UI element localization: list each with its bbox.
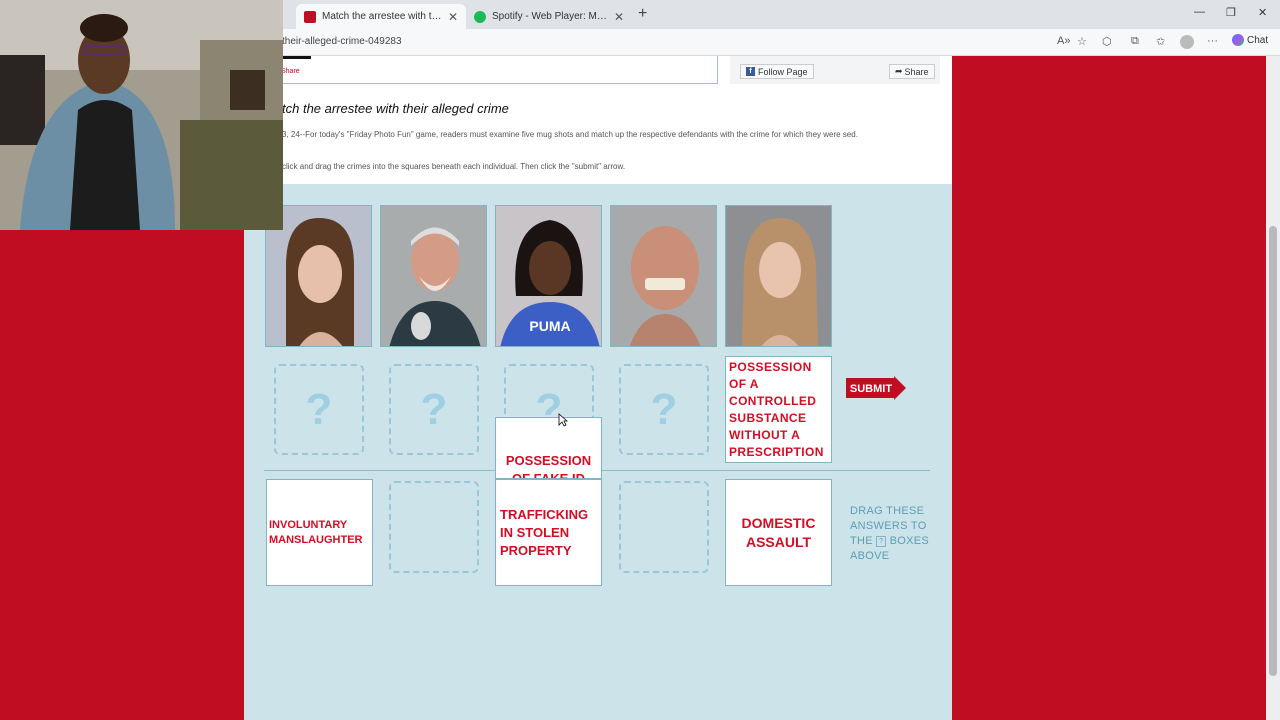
follow-page-button[interactable]: f Follow Page xyxy=(740,64,814,79)
answer-text: DOMESTIC ASSAULT xyxy=(741,514,816,550)
extensions-icon[interactable]: ⬡ xyxy=(1102,35,1112,48)
scrollbar[interactable] xyxy=(1266,56,1280,720)
answer-card-5[interactable]: DOMESTIC ASSAULT xyxy=(725,479,832,586)
more-menu-icon[interactable]: ··· xyxy=(1207,35,1218,47)
share-button[interactable]: ➦ Share xyxy=(889,64,935,79)
submit-label: SUBMIT xyxy=(850,383,892,395)
question-mark: ? xyxy=(305,384,333,434)
submit-button[interactable]: SUBMIT xyxy=(846,376,908,400)
answer-text: POSSESSION OF FAKE ID xyxy=(505,453,592,479)
drag-hint-line: ABOVE xyxy=(850,550,890,562)
follow-label: Follow Page xyxy=(758,66,808,77)
drag-hint-line: ANSWERS TO xyxy=(850,520,927,532)
article-header: Share f Follow Page ➦ Share tch the arre… xyxy=(244,56,952,184)
game-page: Share f Follow Page ➦ Share tch the arre… xyxy=(244,56,952,720)
close-tab-icon[interactable]: ✕ xyxy=(614,10,624,24)
instructions-text: click and drag the crimes into the squar… xyxy=(282,162,626,171)
answer-card-1[interactable]: INVOLUNTARY MANSLAUGHTER xyxy=(266,479,373,586)
mugshot-2 xyxy=(380,205,487,347)
answer-bank-empty-slot xyxy=(389,481,479,573)
url-field[interactable]: their-alleged-crime-049283 xyxy=(282,36,402,47)
chat-label: Chat xyxy=(1247,34,1269,46)
answer-text: INVOLUNTARY MANSLAUGHTER xyxy=(269,518,363,546)
read-aloud-icon[interactable]: A» xyxy=(1057,35,1070,47)
dragging-answer-card[interactable]: POSSESSION OF FAKE ID xyxy=(495,417,602,479)
drag-hint-word: THE xyxy=(850,535,873,547)
answer-text: POSSESSION OF A CONTROLLED SUBSTANCE WIT… xyxy=(729,359,824,459)
close-tab-icon[interactable]: ✕ xyxy=(448,10,458,24)
question-box-icon: ? xyxy=(876,535,887,547)
mugshot-5 xyxy=(725,205,832,347)
share-arrow-icon: ➦ xyxy=(895,66,903,76)
question-mark: ? xyxy=(650,384,678,434)
mugshot-3: PUMA xyxy=(495,205,602,347)
answer-card-3[interactable]: TRAFFICKING IN STOLEN PROPERTY xyxy=(495,479,602,586)
answer-bank-empty-slot xyxy=(619,481,709,573)
placed-answer-card[interactable]: POSSESSION OF A CONTROLLED SUBSTANCE WIT… xyxy=(725,356,832,463)
minimize-icon[interactable]: — xyxy=(1194,6,1205,18)
drag-hint: DRAG THESE ANSWERS TO THE ? BOXES ABOVE xyxy=(850,504,929,564)
mugshot-4 xyxy=(610,205,717,347)
tab-title: Spotify - Web Player: Music for everyone xyxy=(492,11,608,22)
logo-bar xyxy=(281,56,311,59)
tab-title: Match the arrestee with their alleged cr… xyxy=(322,11,442,22)
favorite-star-icon[interactable]: ☆ xyxy=(1077,35,1087,48)
drag-hint-line: DRAG THESE xyxy=(850,505,925,517)
site-favicon-icon xyxy=(304,10,316,23)
facebook-icon: f xyxy=(746,67,755,76)
webcam-overlay xyxy=(0,0,283,230)
new-tab-button[interactable]: + xyxy=(638,5,647,23)
mouse-cursor-icon xyxy=(558,413,568,427)
share-link[interactable]: Share xyxy=(281,68,300,75)
share-box xyxy=(274,56,718,84)
answer-slot-4[interactable]: ? xyxy=(619,364,709,455)
drag-hint-word: BOXES xyxy=(889,535,930,547)
split-screen-icon[interactable]: ⧉ xyxy=(1131,35,1139,48)
tab-spotify[interactable]: Spotify - Web Player: Music for everyone… xyxy=(466,4,632,29)
page-title: tch the arrestee with their alleged crim… xyxy=(282,101,509,116)
close-window-icon[interactable]: ✕ xyxy=(1258,6,1267,19)
drag-hint-line: THE ? BOXES xyxy=(850,534,929,549)
svg-text:PUMA: PUMA xyxy=(529,318,570,334)
share-label: Share xyxy=(904,66,929,77)
profile-avatar[interactable] xyxy=(1180,35,1194,49)
intro-text: 3, 24--For today's "Friday Photo Fun" ga… xyxy=(282,130,858,139)
restore-icon[interactable]: ❐ xyxy=(1226,6,1236,19)
spotify-favicon-icon xyxy=(474,10,486,23)
answer-slot-1[interactable]: ? xyxy=(274,364,364,455)
tab-match-arrestee[interactable]: Match the arrestee with their alleged cr… xyxy=(296,4,466,29)
answer-text: TRAFFICKING IN STOLEN PROPERTY xyxy=(500,506,589,558)
copilot-chat-button[interactable]: Chat xyxy=(1232,34,1268,46)
question-mark: ? xyxy=(420,384,448,434)
answer-slot-2[interactable]: ? xyxy=(389,364,479,455)
scrollbar-thumb[interactable] xyxy=(1269,226,1277,676)
favorites-icon[interactable]: ✩ xyxy=(1156,35,1165,48)
copilot-icon xyxy=(1232,34,1244,46)
